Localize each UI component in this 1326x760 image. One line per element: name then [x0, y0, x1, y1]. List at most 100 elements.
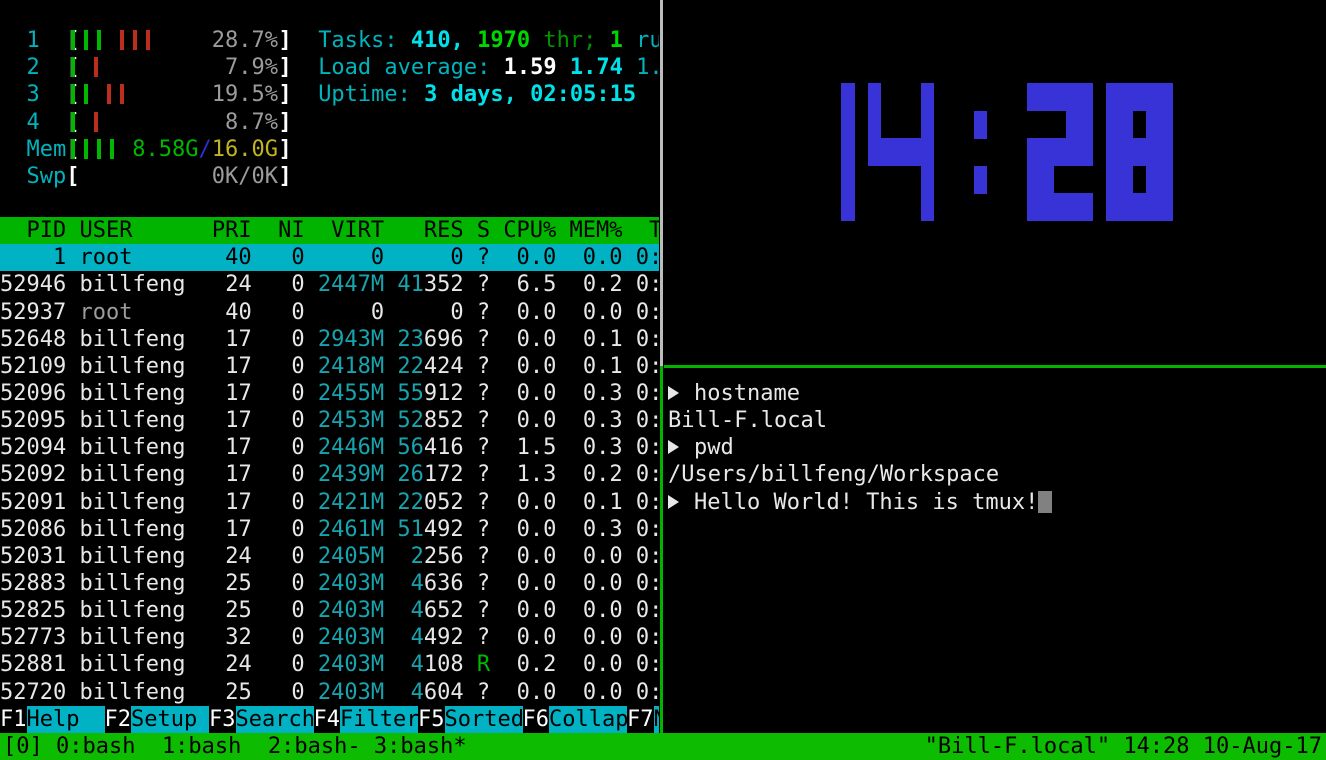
- process-virt: 2405M: [318, 544, 384, 569]
- cpu-meter-4: 4[8.7%]: [0, 109, 300, 136]
- htop-meters: 1[28.7%]2[7.9%]3[19.5%]4[8.7%]Mem[8.58G/…: [0, 27, 300, 190]
- clock-segment: [1106, 193, 1120, 221]
- meter-bar-green: [71, 112, 75, 132]
- clock-segment: [1119, 138, 1133, 166]
- process-res-mb: 55: [397, 381, 424, 406]
- meter-close-bracket: ]: [279, 54, 292, 81]
- pane-border-horizontal[interactable]: [664, 365, 1326, 368]
- clock-segment: [1159, 166, 1173, 194]
- process-row[interactable]: 52086 billfeng 17 0 2461M 51492 ? 0.0 0.…: [0, 516, 659, 543]
- clock-segment: [841, 83, 855, 111]
- fkey-number: F4: [314, 706, 341, 733]
- process-res-mb: 23: [397, 327, 424, 352]
- fkey-f7[interactable]: F7N: [627, 706, 659, 733]
- process-state: ?: [477, 354, 490, 379]
- clock-segment: [1040, 83, 1054, 111]
- clock-segment: [921, 166, 935, 194]
- meter-bar-green: [71, 84, 75, 104]
- process-row[interactable]: 52648 billfeng 17 0 2943M 23696 ? 0.0 0.…: [0, 326, 659, 353]
- clock-segment: [1119, 166, 1133, 194]
- process-row[interactable]: 52094 billfeng 17 0 2446M 56416 ? 1.5 0.…: [0, 434, 659, 461]
- clock-segment: [1040, 193, 1054, 221]
- process-row[interactable]: 52031 billfeng 24 0 2405M 2256 ? 0.0 0.0…: [0, 543, 659, 570]
- process-res-mb: 26: [397, 462, 424, 487]
- pane-border-vertical-bottom[interactable]: [660, 366, 663, 733]
- process-virt: 2455M: [318, 381, 384, 406]
- table-header-row[interactable]: PID USER PRI NI VIRT RES S CPU% MEM% T: [0, 217, 659, 244]
- terminal-cursor: [1038, 491, 1051, 513]
- process-row[interactable]: 52095 billfeng 17 0 2453M 52852 ? 0.0 0.…: [0, 407, 659, 434]
- shell-pane[interactable]: hostnameBill-F.localpwd/Users/billfeng/W…: [668, 380, 1326, 730]
- fkey-label: Setup: [131, 706, 209, 733]
- process-row[interactable]: 52091 billfeng 17 0 2421M 22052 ? 0.0 0.…: [0, 489, 659, 516]
- process-row[interactable]: 52096 billfeng 17 0 2455M 55912 ? 0.0 0.…: [0, 380, 659, 407]
- process-row[interactable]: 52773 billfeng 32 0 2403M 4492 ? 0.0 0.0…: [0, 624, 659, 651]
- process-res-mb: 56: [397, 435, 424, 460]
- process-row[interactable]: 1 root 40 0 0 0 ? 0.0 0.0 0:: [0, 244, 659, 271]
- fkey-f6[interactable]: F6Collap: [523, 706, 628, 733]
- meter-label: Swp: [27, 163, 67, 190]
- tmux-status-right: "Bill-F.local" 14:28 10-Aug-17: [925, 733, 1322, 760]
- process-user: billfeng: [79, 625, 198, 650]
- fkey-f2[interactable]: F2Setup: [105, 706, 210, 733]
- process-row[interactable]: 52720 billfeng 25 0 2403M 4604 ? 0.0 0.0…: [0, 679, 659, 706]
- clock-segment: [868, 83, 882, 111]
- process-res-mb: 2: [411, 544, 424, 569]
- process-virt: 2418M: [318, 354, 384, 379]
- fkey-number: F3: [209, 706, 236, 733]
- clock-segment: [1146, 111, 1160, 139]
- fkey-f3[interactable]: F3Search: [209, 706, 314, 733]
- process-res-mb: 4: [411, 652, 424, 677]
- clock-segment: [1066, 138, 1080, 166]
- command-text: Hello World! This is tmux!: [694, 490, 1038, 515]
- fkey-label: Filter: [340, 706, 418, 733]
- command-text: pwd: [694, 435, 734, 460]
- meter-open-bracket: [: [66, 163, 79, 190]
- load-15min: 1.: [636, 55, 659, 80]
- process-res-mb: 22: [397, 490, 424, 515]
- process-row[interactable]: 52881 billfeng 24 0 2403M 4108 R 0.2 0.0…: [0, 651, 659, 678]
- tasks-line: Tasks: 410, 1970 thr; 1 ru: [318, 27, 659, 54]
- process-row[interactable]: 52092 billfeng 17 0 2439M 26172 ? 1.3 0.…: [0, 461, 659, 488]
- fkey-label: Sorted: [445, 706, 523, 733]
- clock-segment: [1040, 166, 1054, 194]
- clock-segment: [1119, 83, 1133, 111]
- mem-meter: Mem[8.58G/16.0G]: [0, 136, 300, 163]
- output-text: Bill-F.local: [668, 408, 827, 433]
- mem-used-value: 8.58G: [132, 137, 198, 162]
- process-row[interactable]: 52946 billfeng 24 0 2447M 41352 ? 6.5 0.…: [0, 271, 659, 298]
- process-row[interactable]: 52883 billfeng 25 0 2403M 4636 ? 0.0 0.0…: [0, 570, 659, 597]
- prompt-arrow-icon: [668, 386, 679, 400]
- process-state: ?: [477, 625, 490, 650]
- process-state: ?: [477, 381, 490, 406]
- clock-segment: [1027, 138, 1041, 166]
- process-virt: 2461M: [318, 517, 384, 542]
- clock-segment: [1119, 111, 1133, 139]
- fkey-f4[interactable]: F4Filter: [314, 706, 419, 733]
- process-row[interactable]: 52109 billfeng 17 0 2418M 22424 ? 0.0 0.…: [0, 353, 659, 380]
- fkey-f1[interactable]: F1Help: [0, 706, 105, 733]
- fkey-f5[interactable]: F5Sorted: [418, 706, 523, 733]
- clock-segment: [868, 138, 882, 166]
- clock-segment: [1027, 193, 1041, 221]
- clock-segment: [1159, 138, 1173, 166]
- shell-command-line: hostname: [668, 380, 1326, 407]
- process-res-mb: 41: [397, 272, 424, 297]
- process-row[interactable]: 52825 billfeng 25 0 2403M 4652 ? 0.0 0.0…: [0, 597, 659, 624]
- process-row[interactable]: 52937 root 40 0 0 0 ? 0.0 0.0 0:: [0, 299, 659, 326]
- clock-segment: [921, 193, 935, 221]
- fkey-number: F6: [523, 706, 550, 733]
- clock-segment: [1040, 138, 1054, 166]
- tasks-label: Tasks:: [318, 28, 411, 53]
- mem-separator: /: [199, 137, 212, 162]
- meter-bar-green: [71, 30, 75, 50]
- tmux-window-list[interactable]: [0] 0:bash 1:bash 2:bash- 3:bash*: [3, 733, 467, 760]
- shell-command-line: pwd: [668, 434, 1326, 461]
- pane-border-vertical-top[interactable]: [660, 0, 663, 366]
- command-text: hostname: [694, 381, 800, 406]
- fkey-label: Help: [27, 706, 105, 733]
- meter-close-bracket: ]: [279, 27, 292, 54]
- process-virt: 2446M: [318, 435, 384, 460]
- process-virt: 2453M: [318, 408, 384, 433]
- fkey-label: Search: [236, 706, 314, 733]
